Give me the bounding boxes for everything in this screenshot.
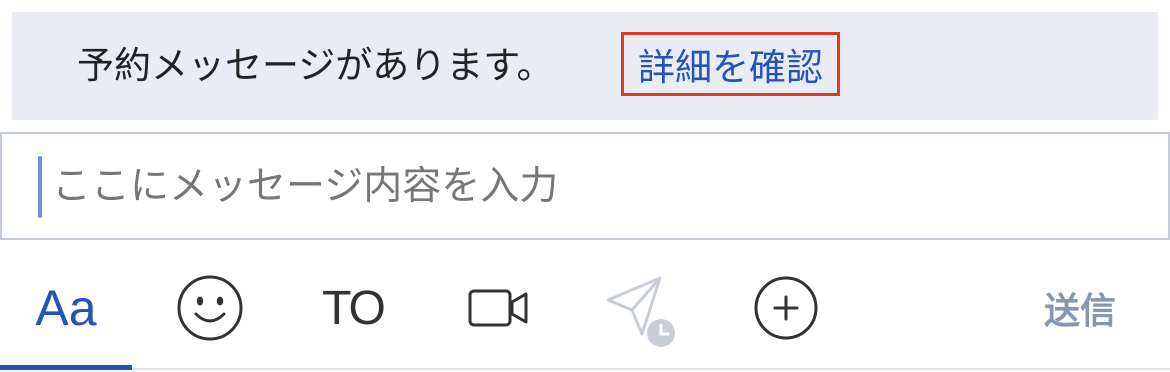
- video-call-button[interactable]: [460, 252, 540, 364]
- active-tab-indicator: [0, 365, 132, 370]
- text-format-button[interactable]: Aa: [0, 252, 132, 364]
- plus-circle-icon: [754, 276, 818, 340]
- scheduled-message-banner: 予約メッセージがあります。 詳細を確認: [12, 12, 1158, 120]
- composer-toolbar: Aa TO 送信: [0, 252, 1170, 372]
- view-details-link[interactable]: 詳細を確認: [621, 32, 840, 96]
- smiley-icon: [177, 275, 243, 341]
- scheduled-send-button[interactable]: [592, 252, 688, 364]
- toolbar-divider: [132, 368, 1170, 370]
- mention-to-button[interactable]: TO: [305, 252, 401, 364]
- paper-plane-clock-icon: [606, 276, 675, 347]
- message-input[interactable]: [52, 152, 1132, 220]
- text-caret: [38, 156, 42, 218]
- send-button[interactable]: 送信: [1020, 252, 1140, 364]
- chat-composer: 予約メッセージがあります。 詳細を確認 Aa TO: [0, 0, 1170, 372]
- message-input-box[interactable]: [0, 132, 1170, 240]
- add-attachment-button[interactable]: [746, 252, 826, 364]
- scheduled-message-notice: 予約メッセージがあります。: [77, 44, 554, 87]
- video-camera-icon: [468, 289, 528, 327]
- emoji-button[interactable]: [170, 252, 250, 364]
